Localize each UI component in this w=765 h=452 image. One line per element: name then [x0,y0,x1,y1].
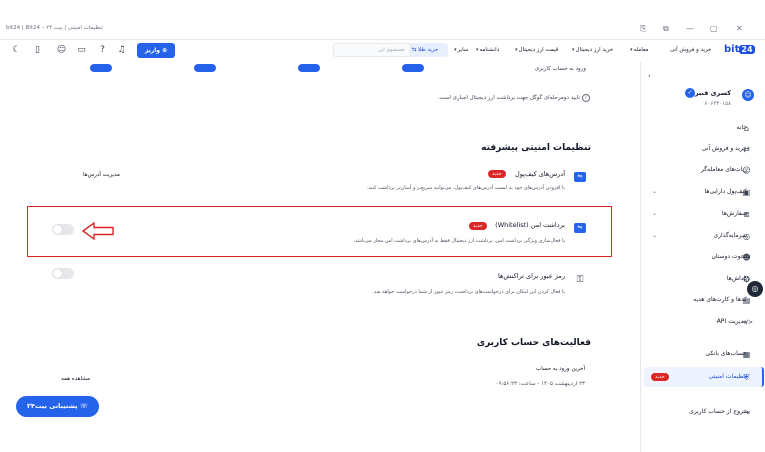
dark-mode-icon[interactable]: ☾ [11,45,22,56]
bank-icon: ▦ [742,350,751,359]
extension-icon[interactable]: ⎘ [640,24,646,34]
transaction-password-toggle[interactable] [52,268,74,279]
chevron-down-icon: ▾ [476,47,479,53]
toggle-switch-on[interactable] [90,64,112,72]
chevron-down-icon: ▾ [454,47,457,53]
nav-crypto-prices[interactable]: ▾قیمت ارز دیجیتال [515,47,558,53]
user-id: ۷۰۶۲۳۰۱۵۸ [704,101,731,107]
search-input[interactable]: جستجوی ارز [333,43,411,57]
user-name: کسری قنبری [688,89,731,97]
shield-icon: ⛨ [743,373,750,382]
nav-label: خرید و فروش آنی [670,47,712,53]
chevron-down-icon: ▾ [515,47,518,53]
help-icon[interactable]: ? [97,45,108,56]
browser-tab-bar [0,0,765,40]
wallet-icon: ▣ [742,188,751,197]
nav-label: دانشنامه [479,47,500,53]
chevron-down-icon[interactable]: ⌄ [652,210,657,217]
nav-more[interactable]: ▾سایر [454,47,468,53]
nav-label: قیمت ارز دیجیتال [518,47,559,53]
bell-icon[interactable]: ♫ [116,45,127,56]
sidebar-item-gift-cards[interactable]: کدها و کارت‌های هدیه [693,296,747,303]
gold-button-label: خرید طلا [418,47,439,53]
chevron-down-icon[interactable]: ⌄ [652,188,657,195]
view-all-link[interactable]: مشاهده همه [61,376,90,382]
bit24-logo[interactable]: bit 24 [724,44,756,58]
toggle-knob [53,225,62,234]
swap-icon: ⇄ [743,145,750,154]
deposit-label: واریز [144,47,161,54]
whitelist-highlight-box [27,206,612,257]
logo-text: bit [724,44,740,55]
toggle-switch-on[interactable] [298,64,320,72]
wallet-addresses-description: با افزودن آدرس‌های خود به لیست آدرس‌های … [366,185,565,191]
investment-icon: ◎ [743,232,750,241]
user-icon[interactable]: ☺ [56,45,67,56]
new-badge: جدید [469,222,487,230]
info-icon: i [582,94,590,102]
support-button[interactable]: پشتیبانی بیت۲۴ ☏ [16,396,99,417]
orders-icon: ≣ [743,210,750,219]
chevron-down-icon: ▾ [572,47,575,53]
toggle-switch-on[interactable] [402,64,424,72]
gift-card-icon: ▤ [742,296,751,305]
mobile-icon[interactable]: ▯ [32,45,43,56]
nav-encyclopedia[interactable]: ▾دانشنامه [476,47,499,53]
nav-label: خرید ارز دیجیتال [575,47,614,53]
collapse-sidebar-icon[interactable]: ‹ [648,72,651,80]
nav-label: سایر [457,47,469,53]
logo-badge: 24 [739,45,755,54]
last-login-value: ۲۳ اردیبهشت ۱۴۰۵ - ساعت: ۰۹:۵۶:۲۳ [495,381,585,387]
login-section-label: ورود به حساب کاربری [534,66,586,72]
avatar[interactable]: ☺ [742,89,754,101]
whitelist-title: برداشت امن (Whitelist) [495,221,565,229]
wallet-address-icon: ⇋ [574,172,586,182]
transaction-password-title: رمز عبور برای تراکنش‌ها [498,272,565,280]
whitelist-description: با فعال‌سازی ویژگی برداشت امن، برداشت ار… [353,238,565,244]
split-view-icon[interactable]: ⧉ [663,24,669,34]
transaction-password-description: با فعال کردن این امکان برای درخواست‌های … [372,289,565,295]
nav-buy-crypto[interactable]: ▾خرید ارز دیجیتال [572,47,613,53]
chevron-down-icon[interactable]: ⌄ [652,232,657,239]
wallet-icon[interactable]: ▭ [76,45,87,56]
new-badge: جدید [488,170,506,178]
robot-icon: ☺ [742,166,751,175]
logout-icon: ⇥ [743,408,750,417]
verified-icon: ✓ [685,88,695,98]
support-label: پشتیبانی بیت۲۴ [26,402,78,410]
deposit-button[interactable]: واریز ⊕ [137,43,175,58]
minimize-icon[interactable]: — [686,24,694,33]
chevron-down-icon: ▾ [630,47,633,53]
new-badge: جدید [651,373,669,381]
secure-withdraw-icon: ⇋ [574,223,586,233]
floating-action-icon[interactable]: ◎ [747,281,763,297]
manage-addresses-link[interactable]: مدیریت آدرس‌ها [83,172,120,178]
nav-label: معامله [633,47,649,53]
wallet-addresses-title: آدرس‌های کیف‌پول [514,170,565,178]
last-login-label: آخرین ورود به حساب [536,366,585,372]
sidebar-item-logout[interactable]: خروج از حساب کاربری [689,408,747,415]
whitelist-toggle[interactable] [52,224,74,235]
deposit-icon: ⊕ [162,47,168,54]
browser-tab-title[interactable]: bit24 | Bit24 – تنظیمات امنیتی | بیت ۲۴ [6,25,103,31]
code-icon: </> [741,319,754,326]
nav-trade[interactable]: ▾معامله [630,47,649,53]
invite-icon: ☻ [742,253,751,262]
toggle-switch-on[interactable] [194,64,216,72]
close-window-icon[interactable]: ✕ [736,24,743,33]
home-icon: ⌂ [743,124,750,133]
maximize-icon[interactable]: ▢ [710,24,718,33]
nav-instant-trade[interactable]: خرید و فروش آنی [670,47,711,53]
headset-icon: ☏ [79,402,89,410]
toggle-knob [53,269,62,278]
lock-icon: ⚿ [576,275,584,285]
google-2fa-note: تایید دومرحله‌ای گوگل جهت برداشت ارز دیج… [437,95,580,101]
account-activity-heading: فعالیت‌های حساب کاربری [476,338,591,348]
advanced-security-heading: تنظیمات امنیتی پیشرفته [481,143,591,153]
red-arrow-annotation [82,222,114,240]
